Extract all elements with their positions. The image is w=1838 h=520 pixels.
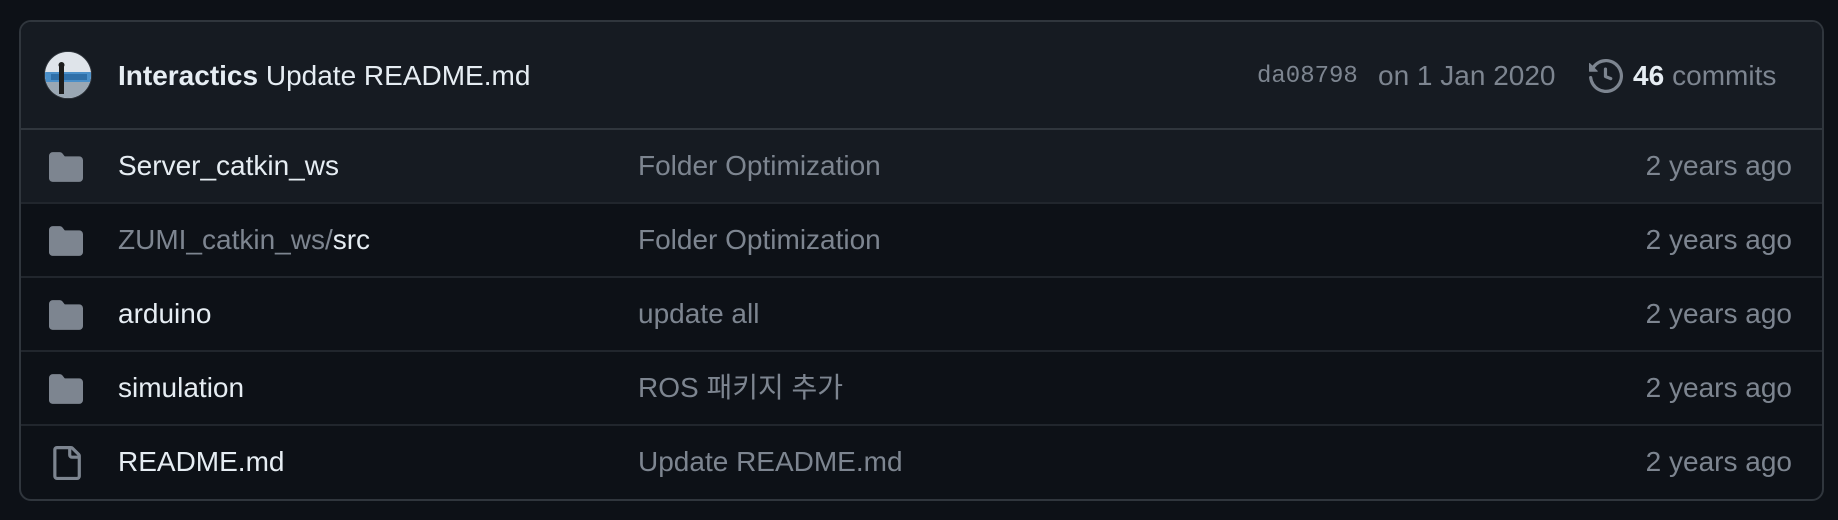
file-name-link[interactable]: arduino xyxy=(118,297,211,331)
file-icon xyxy=(53,446,81,480)
folder-icon xyxy=(49,226,83,256)
latest-commit-bar: Interactics Update README.md da08798 on … xyxy=(21,22,1822,130)
author-avatar[interactable] xyxy=(44,51,92,99)
file-commit-age: 2 years ago xyxy=(1645,372,1792,403)
file-commit-message[interactable]: Update README.md xyxy=(638,445,903,479)
file-commit-age: 2 years ago xyxy=(1645,446,1792,477)
file-name-link[interactable]: ZUMI_catkin_ws/src xyxy=(118,223,370,257)
latest-commit-message: Interactics Update README.md xyxy=(118,59,530,93)
file-commit-message[interactable]: Folder Optimization xyxy=(638,149,881,183)
file-name: src xyxy=(332,224,371,255)
file-commit-message[interactable]: Folder Optimization xyxy=(638,223,881,257)
file-commit-age: 2 years ago xyxy=(1645,224,1792,255)
user-avatar-icon xyxy=(45,52,91,98)
file-commit-age: 2 years ago xyxy=(1645,298,1792,329)
commits-history-link[interactable]: 46 commits xyxy=(1589,56,1776,96)
file-browser: Interactics Update README.md da08798 on … xyxy=(19,20,1824,501)
file-name: simulation xyxy=(118,372,245,403)
file-name-link[interactable]: README.md xyxy=(118,445,284,479)
history-icon xyxy=(1589,59,1623,93)
file-commit-age: 2 years ago xyxy=(1645,150,1792,181)
file-name: arduino xyxy=(118,298,212,329)
folder-icon xyxy=(49,300,83,330)
file-name-link[interactable]: simulation xyxy=(118,371,244,405)
file-row[interactable]: arduino update all 2 years ago xyxy=(21,276,1822,350)
file-list: Server_catkin_ws Folder Optimization 2 y… xyxy=(21,130,1822,498)
commit-author-link[interactable]: Interactics xyxy=(118,60,258,91)
commit-date: on 1 Jan 2020 xyxy=(1378,60,1556,91)
commit-sha-link[interactable]: da08798 xyxy=(1257,62,1358,92)
commits-label: commits xyxy=(1672,60,1777,91)
file-name: Server_catkin_ws xyxy=(118,150,339,181)
file-commit-message[interactable]: update all xyxy=(638,297,759,331)
file-name: README.md xyxy=(118,446,285,477)
file-name-link[interactable]: Server_catkin_ws xyxy=(118,149,339,183)
folder-icon xyxy=(49,152,83,182)
file-row[interactable]: README.md Update README.md 2 years ago xyxy=(21,424,1822,498)
file-row[interactable]: Server_catkin_ws Folder Optimization 2 y… xyxy=(21,130,1822,202)
commit-message-link[interactable]: Update README.md xyxy=(266,60,531,91)
file-row[interactable]: ZUMI_catkin_ws/src Folder Optimization 2… xyxy=(21,202,1822,276)
folder-icon xyxy=(49,374,83,404)
file-commit-message[interactable]: ROS 패키지 추가 xyxy=(638,371,843,405)
file-name-prefix: ZUMI_catkin_ws/ xyxy=(118,224,333,255)
file-row[interactable]: simulation ROS 패키지 추가 2 years ago xyxy=(21,350,1822,424)
commits-count: 46 xyxy=(1633,60,1665,91)
